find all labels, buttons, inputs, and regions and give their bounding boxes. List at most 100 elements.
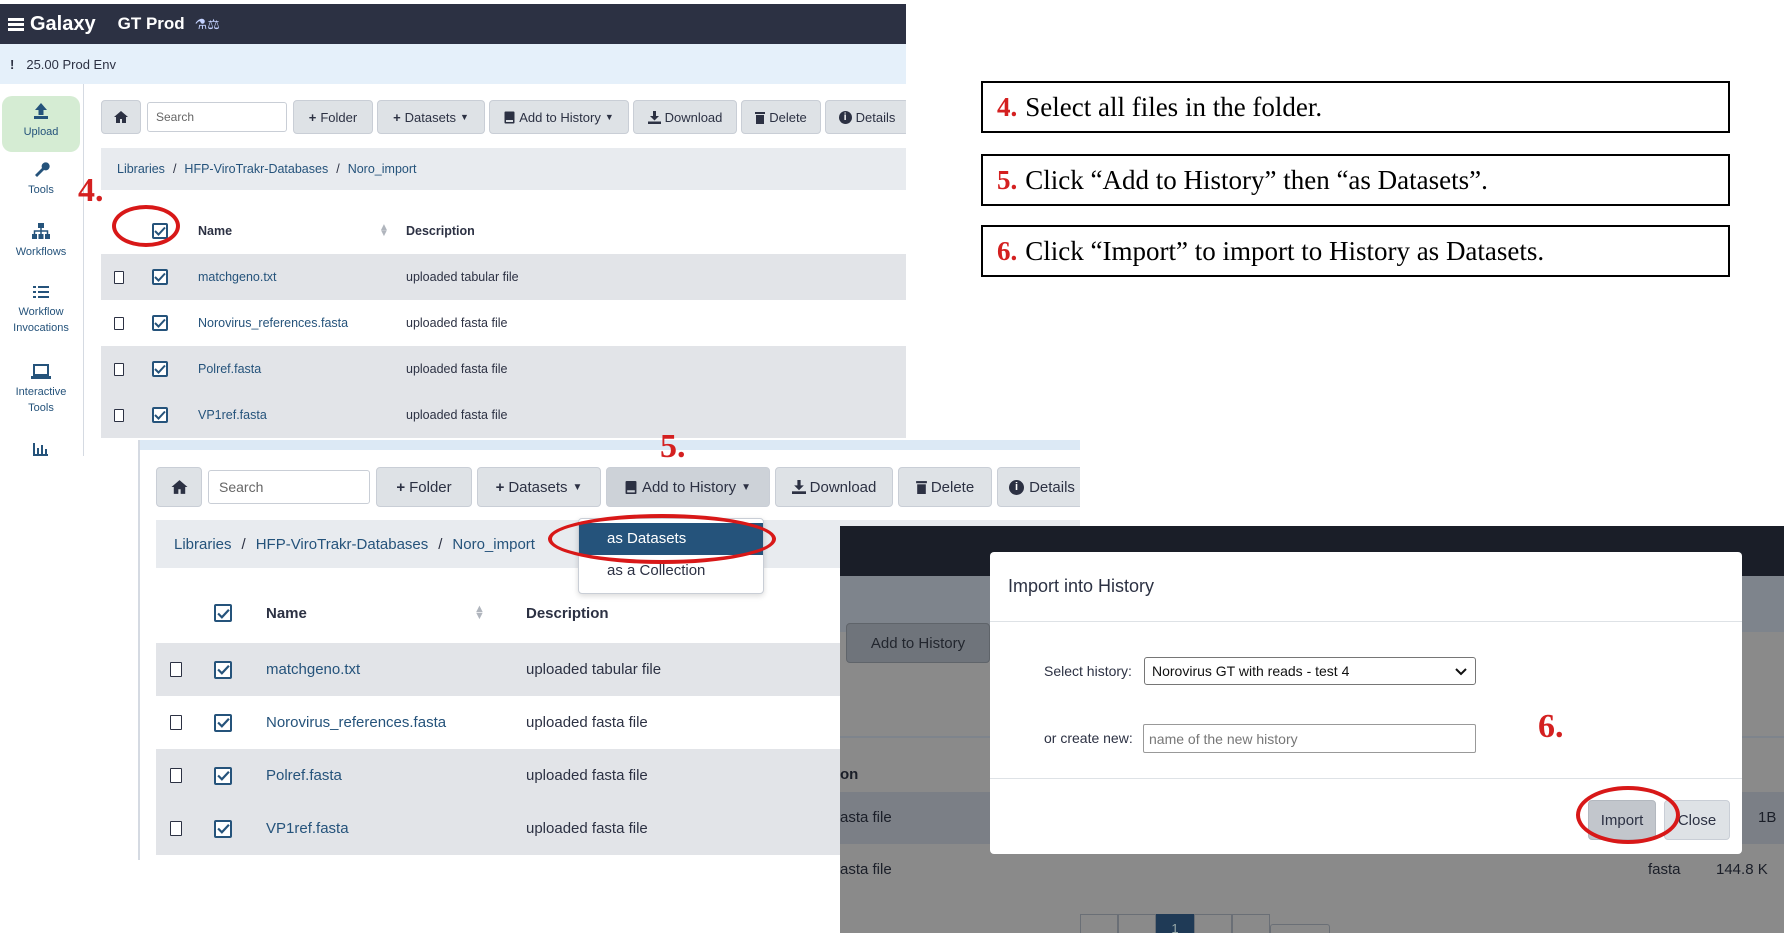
home-button[interactable]: [156, 467, 202, 507]
file-icon: [170, 768, 182, 783]
file-name-link[interactable]: VP1ref.fasta: [266, 820, 349, 837]
step-6-label: 6.: [1538, 708, 1564, 745]
file-icon: [170, 662, 182, 677]
datasets-dropdown-button[interactable]: + Datasets ▼: [377, 100, 485, 134]
page-button: [1194, 914, 1232, 933]
file-description: uploaded fasta file: [406, 362, 508, 376]
download-button[interactable]: Download: [633, 100, 737, 134]
details-button[interactable]: i Details: [997, 467, 1080, 507]
row-checkbox[interactable]: [214, 766, 232, 785]
per-page-select-dimmed: [1270, 924, 1330, 933]
breadcrumb-library[interactable]: HFP-ViroTrakr-Databases: [256, 536, 429, 553]
search-input[interactable]: Search: [208, 470, 370, 504]
add-to-history-button[interactable]: Add to History ▼: [606, 467, 770, 507]
file-description: uploaded fasta file: [406, 316, 508, 330]
add-to-history-button-dimmed: Add to History: [846, 623, 990, 663]
datasets-label: Datasets: [508, 478, 568, 496]
new-history-name-input[interactable]: name of the new history: [1143, 724, 1476, 753]
brand-label: Galaxy: [30, 12, 96, 35]
delete-button[interactable]: Delete: [741, 100, 821, 134]
caret-down-icon: ▼: [459, 112, 469, 122]
plus-icon: +: [396, 478, 406, 496]
instruction-number: 5.: [997, 164, 1018, 195]
file-name-link[interactable]: Polref.fasta: [266, 767, 342, 784]
name-column-header[interactable]: Name: [266, 605, 307, 622]
row-checkbox[interactable]: [152, 407, 168, 423]
delete-button[interactable]: Delete: [898, 467, 992, 507]
file-icon: [114, 408, 124, 422]
instance-name: GT Prod: [117, 14, 185, 33]
plus-icon: +: [495, 478, 505, 496]
caret-down-icon: ▼: [572, 481, 583, 493]
table-row[interactable]: matchgeno.txt uploaded tabular file: [101, 254, 906, 300]
row-checkbox[interactable]: [214, 713, 232, 732]
file-name-link[interactable]: matchgeno.txt: [198, 270, 277, 284]
search-input[interactable]: Search: [147, 102, 287, 132]
sidebar-item-tools[interactable]: Tools: [2, 160, 80, 198]
galaxy-brand[interactable]: Galaxy: [8, 13, 96, 36]
instruction-number: 4.: [997, 91, 1018, 122]
file-description: uploaded fasta file: [526, 714, 648, 731]
add-to-history-label: Add to History: [870, 634, 966, 652]
folder-button[interactable]: + Folder: [376, 467, 472, 507]
upload-icon: [34, 103, 48, 119]
page-button: [1232, 914, 1270, 933]
sort-icon[interactable]: ▲ ▼: [474, 604, 485, 622]
sidebar-item-visualize[interactable]: [2, 442, 80, 456]
breadcrumb-libraries[interactable]: Libraries: [117, 162, 165, 176]
folder-button[interactable]: + Folder: [293, 100, 373, 134]
select-history-label: Select history:: [1044, 663, 1132, 679]
file-icon: [114, 270, 124, 284]
sidebar-item-upload[interactable]: Upload: [2, 96, 80, 152]
create-new-label: or create new:: [1044, 730, 1133, 746]
details-label: Details: [1029, 478, 1075, 496]
file-description: uploaded tabular file: [406, 270, 519, 284]
highlight-as-datasets: [548, 514, 776, 564]
row-checkbox[interactable]: [214, 660, 232, 679]
instruction-text: Click “Add to History” then “as Datasets…: [1025, 164, 1488, 195]
chevron-down-icon: [1455, 668, 1467, 676]
table-row[interactable]: Polref.fasta uploaded fasta file: [101, 346, 906, 392]
select-history-dropdown[interactable]: Norovirus GT with reads - test 4: [1144, 657, 1476, 685]
book-icon: [504, 111, 515, 123]
sidebar-item-workflows[interactable]: Workflows: [2, 222, 80, 260]
row-checkbox[interactable]: [152, 361, 168, 377]
library-toolbar: Search + Folder + Datasets ▼ Add to History…: [101, 100, 906, 134]
home-button[interactable]: [101, 100, 141, 134]
sort-icon[interactable]: ▲ ▼: [379, 223, 389, 239]
table-row[interactable]: VP1ref.fasta uploaded fasta file: [101, 392, 906, 438]
row-checkbox[interactable]: [214, 819, 232, 838]
wrench-icon: [35, 162, 50, 177]
file-name-link[interactable]: Norovirus_references.fasta: [266, 714, 446, 731]
file-description: uploaded tabular file: [526, 661, 662, 678]
download-button[interactable]: Download: [775, 467, 893, 507]
file-name-link[interactable]: matchgeno.txt: [266, 661, 360, 678]
sidebar-item-label: Upload: [23, 126, 59, 138]
add-to-history-label: Add to History: [519, 109, 601, 125]
add-to-history-label: Add to History: [641, 478, 737, 496]
file-name-link[interactable]: Polref.fasta: [198, 362, 261, 376]
home-icon: [114, 111, 128, 123]
plus-icon: +: [393, 109, 401, 125]
name-column-header[interactable]: Name: [198, 224, 232, 238]
details-button[interactable]: i Details: [825, 100, 906, 134]
new-history-placeholder: name of the new history: [1149, 730, 1298, 747]
row-checkbox[interactable]: [152, 269, 168, 285]
library-toolbar: Search + Folder + Datasets ▼ Add to History…: [156, 467, 1080, 507]
breadcrumb-library[interactable]: HFP-ViroTrakr-Databases: [184, 162, 328, 176]
file-name-link[interactable]: VP1ref.fasta: [198, 408, 267, 422]
datasets-label: Datasets: [404, 109, 456, 125]
select-all-checkbox[interactable]: [214, 604, 232, 622]
sidebar-item-workflow-invocations[interactable]: Workflow Invocations: [2, 284, 80, 336]
file-name-link[interactable]: Norovirus_references.fasta: [198, 316, 348, 330]
breadcrumb-libraries[interactable]: Libraries: [174, 536, 232, 553]
add-to-history-button[interactable]: Add to History ▼: [489, 100, 629, 134]
sidebar-item-label: Workflows: [15, 246, 67, 258]
table-row[interactable]: Norovirus_references.fasta uploaded fast…: [101, 300, 906, 346]
sitemap-icon: [32, 223, 50, 239]
breadcrumb: Libraries / HFP-ViroTrakr-Databases / No…: [101, 148, 906, 190]
home-icon: [171, 480, 187, 494]
datasets-dropdown-button[interactable]: + Datasets ▼: [477, 467, 601, 507]
sidebar-item-interactive-tools[interactable]: Interactive Tools: [2, 364, 80, 416]
row-checkbox[interactable]: [152, 315, 168, 331]
